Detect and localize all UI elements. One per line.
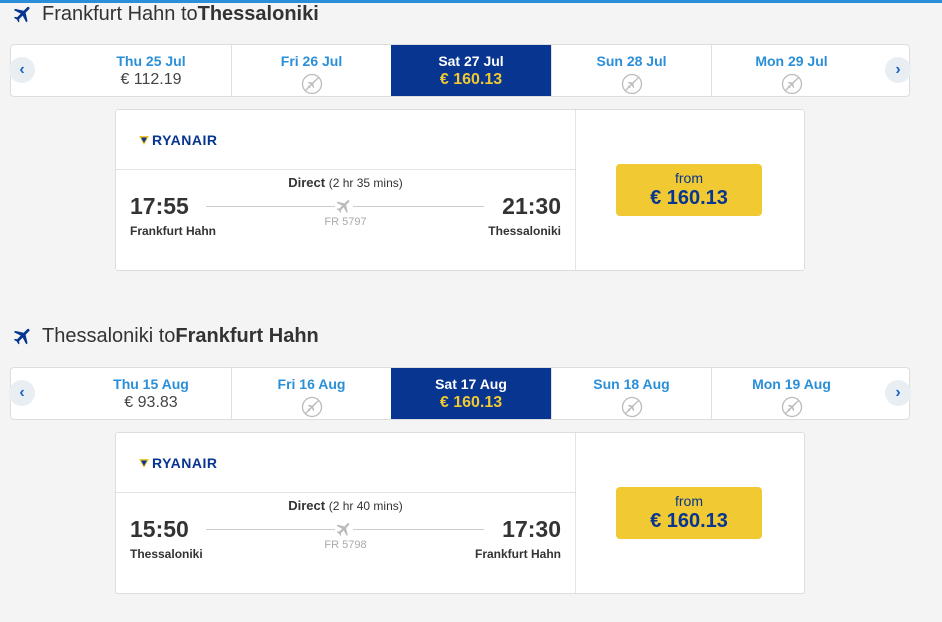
airline-logo: RYANAIR — [138, 130, 217, 150]
date-selector: ‹ Thu 25 Jul € 112.19 Fri 26 Jul Sat 27 … — [9, 44, 911, 97]
departure-city: Frankfurt Hahn — [130, 224, 217, 238]
date-list: Thu 15 Aug € 93.83 Fri 16 Aug Sat 17 Aug… — [71, 368, 871, 419]
card-vertical-divider — [575, 110, 576, 270]
airline-name: RYANAIR — [152, 132, 218, 148]
date-label: Fri 16 Aug — [277, 376, 346, 392]
select-price-button[interactable]: from € 160.13 — [616, 487, 762, 539]
price-amount: € 160.13 — [650, 510, 728, 532]
plane-icon — [335, 520, 353, 538]
date-label: Fri 26 Jul — [280, 53, 343, 69]
no-flight-icon — [781, 73, 802, 95]
date-label: Sat 17 Aug — [435, 376, 507, 392]
airline-logo: RYANAIR — [138, 453, 217, 473]
prev-dates-button[interactable]: ‹ — [9, 380, 35, 406]
duration: (2 hr 40 mins) — [328, 499, 403, 513]
flight-details: RYANAIR Direct (2 hr 35 mins) 17:55 21:3… — [116, 110, 575, 270]
arrival-city: Frankfurt Hahn — [474, 547, 561, 561]
date-option-fri-16-aug[interactable]: Fri 16 Aug — [231, 368, 391, 419]
date-price: € 112.19 — [120, 71, 182, 88]
date-option-thu-25-jul[interactable]: Thu 25 Jul € 112.19 — [71, 45, 231, 96]
date-price: € 93.83 — [124, 394, 178, 411]
plane-icon — [335, 197, 353, 215]
heading-destination: Frankfurt Hahn — [175, 324, 319, 347]
date-option-mon-19-aug[interactable]: Mon 19 Aug — [711, 368, 871, 419]
from-label: from — [675, 493, 703, 509]
date-option-mon-29-jul[interactable]: Mon 29 Jul — [711, 45, 871, 96]
flight-type: Direct (2 hr 35 mins) — [116, 175, 575, 190]
date-option-sun-18-aug[interactable]: Sun 18 Aug — [551, 368, 711, 419]
date-price: € 160.13 — [439, 71, 503, 88]
no-flight-icon — [301, 73, 322, 95]
next-dates-button[interactable]: › — [885, 57, 911, 83]
airline-name: RYANAIR — [152, 455, 218, 471]
heading-prefix: Thessaloniki to — [42, 324, 176, 347]
direct-label: Direct — [288, 175, 326, 190]
duration: (2 hr 35 mins) — [328, 176, 403, 190]
date-option-thu-15-aug[interactable]: Thu 15 Aug € 93.83 — [71, 368, 231, 419]
flight-card[interactable]: RYANAIR Direct (2 hr 40 mins) 15:50 17:3… — [115, 432, 805, 594]
select-price-button[interactable]: from € 160.13 — [616, 164, 762, 216]
plane-icon — [13, 328, 30, 345]
outbound-heading: Frankfurt Hahn to Thessaloniki — [12, 1, 319, 27]
ryanair-harp-icon — [139, 459, 149, 468]
date-price: € 160.13 — [439, 394, 503, 411]
flight-card[interactable]: RYANAIR Direct (2 hr 35 mins) 17:55 21:3… — [115, 109, 805, 271]
date-label: Sat 27 Jul — [438, 53, 504, 69]
card-divider — [116, 492, 575, 493]
date-label: Mon 29 Jul — [755, 53, 828, 69]
date-label: Sun 18 Aug — [593, 376, 670, 392]
price-amount: € 160.13 — [650, 187, 728, 209]
no-flight-icon — [781, 396, 802, 418]
direct-label: Direct — [288, 498, 326, 513]
heading-destination: Thessaloniki — [197, 2, 319, 25]
plane-icon — [13, 6, 30, 23]
date-label: Sun 28 Jul — [596, 53, 667, 69]
no-flight-icon — [621, 73, 642, 95]
arrival-city: Thessaloniki — [488, 224, 561, 238]
heading-prefix: Frankfurt Hahn to — [42, 2, 198, 25]
prev-dates-button[interactable]: ‹ — [9, 57, 35, 83]
card-vertical-divider — [575, 433, 576, 593]
date-list: Thu 25 Jul € 112.19 Fri 26 Jul Sat 27 Ju… — [71, 45, 871, 96]
ryanair-harp-icon — [139, 136, 149, 145]
date-selector: ‹ Thu 15 Aug € 93.83 Fri 16 Aug Sat 17 A… — [9, 367, 911, 420]
date-label: Thu 25 Jul — [116, 53, 186, 69]
date-label: Mon 19 Aug — [752, 376, 831, 392]
date-option-sat-17-aug-selected[interactable]: Sat 17 Aug € 160.13 — [391, 368, 551, 419]
return-heading: Thessaloniki to Frankfurt Hahn — [12, 323, 319, 349]
card-divider — [116, 169, 575, 170]
flight-type: Direct (2 hr 40 mins) — [116, 498, 575, 513]
from-label: from — [675, 170, 703, 186]
date-option-sun-28-jul[interactable]: Sun 28 Jul — [551, 45, 711, 96]
next-dates-button[interactable]: › — [885, 380, 911, 406]
departure-city: Thessaloniki — [130, 547, 203, 561]
date-option-sat-27-jul-selected[interactable]: Sat 27 Jul € 160.13 — [391, 45, 551, 96]
no-flight-icon — [301, 396, 322, 418]
no-flight-icon — [621, 396, 642, 418]
flight-details: RYANAIR Direct (2 hr 40 mins) 15:50 17:3… — [116, 433, 575, 593]
date-label: Thu 15 Aug — [113, 376, 189, 392]
date-option-fri-26-jul[interactable]: Fri 26 Jul — [231, 45, 391, 96]
